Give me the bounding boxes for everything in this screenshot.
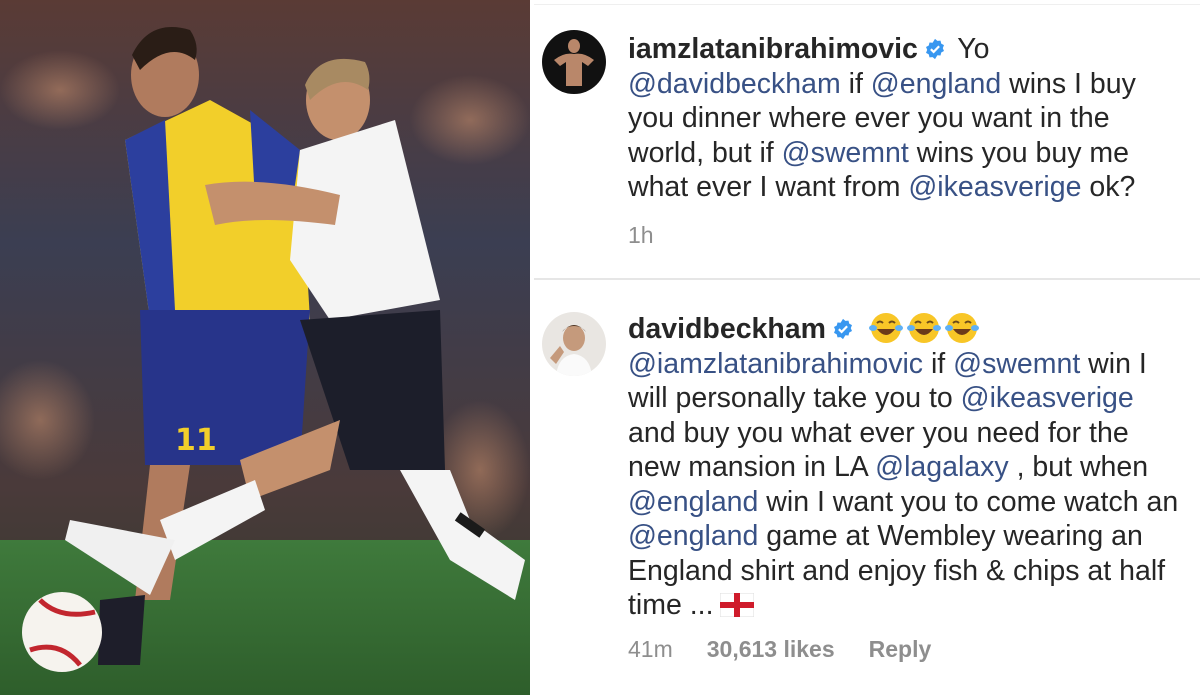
comment-text-segment: ok?: [1081, 171, 1136, 203]
comment-separator: [534, 278, 1200, 280]
match-photo: 11: [0, 0, 530, 695]
mention-link[interactable]: @england: [628, 520, 758, 552]
laughing-emojis: [866, 313, 980, 345]
comment-text-segment: , but when: [1008, 451, 1149, 483]
reply-button[interactable]: Reply: [869, 636, 932, 662]
england-flag-icon: [719, 593, 754, 617]
mention-link[interactable]: @lagalaxy: [867, 451, 1009, 483]
username[interactable]: davidbeckham: [628, 313, 826, 345]
laughing-emoji-icon: [944, 313, 979, 343]
mention-link[interactable]: @davidbeckham: [628, 68, 841, 100]
mention-link[interactable]: @iamzlatanibrahimovic: [628, 348, 923, 380]
mention-link[interactable]: @swemnt: [945, 348, 1080, 380]
avatar[interactable]: [542, 312, 606, 376]
comment-text: davidbeckham @iamzlatanibrahimovic if @s…: [628, 312, 1188, 623]
avatar[interactable]: [542, 30, 606, 94]
comment-meta: 41m 30,613 likes Reply: [628, 636, 965, 663]
shirt-number: 11: [175, 423, 217, 458]
comment-text-segment: if: [840, 67, 863, 100]
comment-text-segment: Yo: [949, 33, 990, 65]
comment-text: iamzlatanibrahimovic Yo @davidbeckham if…: [628, 32, 1188, 205]
laughing-emoji-icon: [906, 313, 941, 343]
comment-zlatan: iamzlatanibrahimovic Yo @davidbeckham if…: [534, 0, 1200, 278]
comment-text-segment: if: [923, 347, 946, 380]
mention-link[interactable]: @ikeasverige: [900, 171, 1081, 203]
comment-beckham: davidbeckham @iamzlatanibrahimovic if @s…: [534, 282, 1200, 695]
mention-link[interactable]: @england: [863, 68, 1001, 100]
mention-link[interactable]: @england: [628, 486, 758, 518]
verified-badge-icon: [925, 38, 944, 60]
username[interactable]: iamzlatanibrahimovic: [628, 33, 918, 65]
verified-badge-icon: [834, 318, 852, 340]
comments-panel: iamzlatanibrahimovic Yo @davidbeckham if…: [534, 0, 1200, 695]
laughing-emoji-icon: [868, 313, 903, 343]
likes-count[interactable]: 30,613 likes: [707, 636, 835, 662]
comment-meta: 1h: [628, 222, 688, 249]
timestamp: 1h: [628, 222, 654, 248]
timestamp: 41m: [628, 636, 673, 662]
mention-link[interactable]: @ikeasverige: [953, 382, 1134, 414]
comment-text-segment: win I want you to come watch an: [758, 485, 1179, 518]
mention-link[interactable]: @swemnt: [774, 137, 909, 169]
